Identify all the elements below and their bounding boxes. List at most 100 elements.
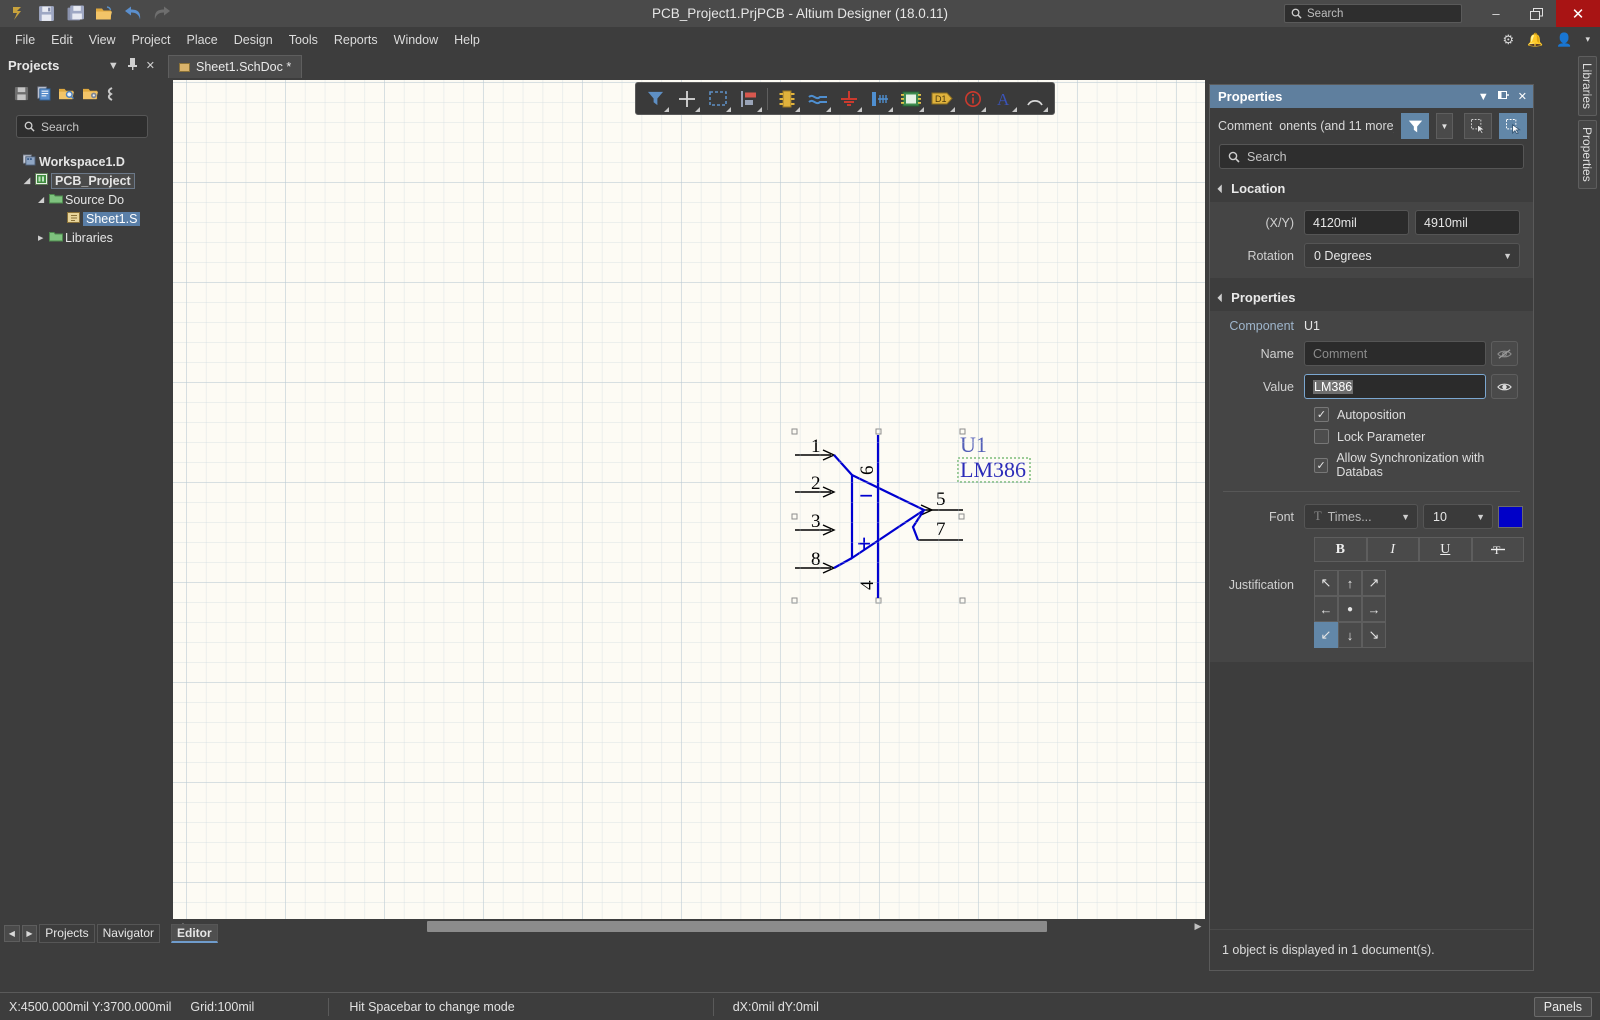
tree-twisty-icon[interactable]: ◢ (38, 195, 49, 204)
project-options-icon[interactable] (82, 86, 99, 105)
bottom-tab-editor[interactable]: Editor (171, 923, 218, 943)
italic-button[interactable]: I (1366, 537, 1419, 562)
justify-top-left[interactable]: ↖ (1314, 570, 1338, 596)
notifications-bell-icon[interactable]: 🔔 (1527, 32, 1543, 48)
menu-project[interactable]: Project (124, 30, 179, 50)
justify-middle-left[interactable]: ← (1314, 596, 1338, 622)
schematic-canvas[interactable]: − + 1 2 3 8 5 7 6 4 U1 LM386 (173, 80, 1205, 932)
redo-icon[interactable] (149, 2, 175, 26)
name-input[interactable]: Comment (1304, 341, 1486, 366)
chevron-down-icon[interactable]: ▼ (1503, 251, 1512, 261)
scrollbar-thumb[interactable] (427, 921, 1047, 932)
justify-top-right[interactable]: ↗ (1362, 570, 1386, 596)
allow-sync-checkbox[interactable]: ✓ (1314, 457, 1329, 473)
open-project-search-icon[interactable] (58, 86, 75, 105)
place-no-erc-icon[interactable] (957, 84, 988, 113)
place-text-string-icon[interactable]: A (988, 84, 1019, 113)
properties-section-header[interactable]: ◣ Properties (1210, 278, 1533, 311)
close-icon[interactable]: ✕ (146, 59, 155, 72)
lock-parameter-checkbox[interactable] (1314, 429, 1329, 444)
chevron-down-icon[interactable]: ▼ (1401, 512, 1410, 522)
menu-tools[interactable]: Tools (281, 30, 326, 50)
save-all-icon[interactable] (62, 2, 88, 26)
lock-parameter-checkbox-row[interactable]: Lock Parameter (1314, 429, 1524, 444)
font-color-swatch[interactable] (1498, 505, 1523, 528)
menu-help[interactable]: Help (446, 30, 488, 50)
place-port-icon[interactable]: D1 (926, 84, 957, 113)
close-button[interactable]: ✕ (1556, 0, 1600, 27)
strikethrough-button[interactable]: T (1471, 537, 1524, 562)
justify-middle-right[interactable]: → (1362, 596, 1386, 622)
menu-view[interactable]: View (81, 30, 124, 50)
location-x-input[interactable]: 4120mil (1304, 210, 1409, 235)
opamp-symbol[interactable]: − + 1 2 3 8 5 7 6 4 U1 LM386 (173, 80, 1205, 932)
autoposition-checkbox[interactable]: ✓ (1314, 407, 1329, 422)
global-search-input[interactable]: Search (1284, 4, 1462, 23)
panel-dropdown-icon[interactable]: ▼ (108, 60, 119, 72)
projects-search-input[interactable]: Search (16, 115, 148, 138)
chevron-down-icon[interactable]: ▾ (1585, 34, 1590, 45)
tab-scroll-left-button[interactable]: ◀ (4, 924, 20, 942)
tree-item-pcb-project[interactable]: ◢ PCB_Project (12, 171, 160, 190)
eye-hidden-icon[interactable] (1491, 341, 1518, 366)
collapse-triangle-icon[interactable]: ◣ (1217, 183, 1228, 194)
collapse-triangle-icon[interactable]: ◣ (1217, 292, 1228, 303)
properties-search-input[interactable]: Search (1219, 144, 1524, 169)
vertical-tab-properties[interactable]: Properties (1578, 120, 1597, 189)
vertical-tab-libraries[interactable]: Libraries (1578, 56, 1597, 117)
tab-scroll-right-button[interactable]: ▶ (21, 924, 38, 942)
align-objects-icon[interactable] (733, 84, 764, 113)
justify-middle-center[interactable]: ● (1338, 596, 1362, 622)
minimize-button[interactable]: – (1476, 0, 1516, 27)
filter-button[interactable] (1401, 113, 1429, 139)
select-all-button[interactable] (1464, 113, 1492, 139)
open-folder-icon[interactable] (91, 2, 117, 26)
place-arc-icon[interactable] (1019, 84, 1050, 113)
close-icon[interactable]: ✕ (1518, 90, 1527, 103)
justify-bottom-center[interactable]: ↓ (1338, 622, 1362, 648)
crosshair-cursor-icon[interactable] (671, 84, 702, 113)
justify-top-center[interactable]: ↑ (1338, 570, 1362, 596)
pin-icon[interactable] (127, 58, 137, 73)
place-gnd-power-port-icon[interactable] (833, 84, 864, 113)
place-part-icon[interactable] (771, 84, 802, 113)
save-icon[interactable] (33, 2, 59, 26)
altium-logo-icon[interactable] (4, 2, 30, 26)
chevron-down-icon[interactable]: ▼ (1476, 512, 1485, 522)
bottom-tab-projects[interactable]: Projects (39, 923, 95, 943)
place-sheet-symbol-icon[interactable] (895, 84, 926, 113)
menu-place[interactable]: Place (178, 30, 225, 50)
menu-design[interactable]: Design (226, 30, 281, 50)
menu-file[interactable]: File (7, 30, 43, 50)
scroll-right-arrow-icon[interactable]: ▶ (1191, 921, 1205, 932)
horizontal-scrollbar[interactable]: ◀ ▶ (173, 919, 1205, 934)
tree-item-source-documents[interactable]: ◢ Source Do (12, 190, 160, 209)
location-section-header[interactable]: ◣ Location (1210, 169, 1533, 202)
bottom-tab-navigator[interactable]: Navigator (96, 923, 160, 943)
filter-icon[interactable] (640, 84, 671, 113)
zoom-to-selection-button[interactable] (1499, 113, 1527, 139)
font-size-select[interactable]: 10 ▼ (1423, 504, 1493, 529)
save-project-icon[interactable] (14, 86, 29, 105)
filter-dropdown-button[interactable]: ▼ (1436, 113, 1453, 139)
tree-item-libraries[interactable]: ▶ Libraries (12, 228, 160, 247)
compile-document-icon[interactable] (36, 86, 51, 105)
menu-reports[interactable]: Reports (326, 30, 386, 50)
restore-button[interactable] (1516, 0, 1556, 27)
select-area-icon[interactable] (702, 84, 733, 113)
settings-gear-icon[interactable]: ⚙ (1502, 32, 1514, 48)
tree-item-sheet1[interactable]: Sheet1.S (12, 209, 160, 228)
bold-button[interactable]: B (1314, 537, 1367, 562)
scrollbar-track[interactable] (187, 920, 1191, 933)
tree-item-workspace[interactable]: Workspace1.D (12, 152, 160, 171)
undo-icon[interactable] (120, 2, 146, 26)
user-account-icon[interactable]: 👤 (1556, 32, 1572, 48)
document-tab-sheet1[interactable]: Sheet1.SchDoc * (168, 55, 303, 78)
more-options-icon[interactable] (106, 86, 115, 105)
allow-sync-checkbox-row[interactable]: ✓ Allow Synchronization with Databas (1314, 451, 1524, 479)
eye-visible-icon[interactable] (1491, 374, 1518, 399)
tree-twisty-icon[interactable]: ◢ (24, 176, 35, 185)
place-wire-icon[interactable] (802, 84, 833, 113)
font-family-select[interactable]: T Times... ▼ (1304, 504, 1418, 529)
location-y-input[interactable]: 4910mil (1415, 210, 1520, 235)
